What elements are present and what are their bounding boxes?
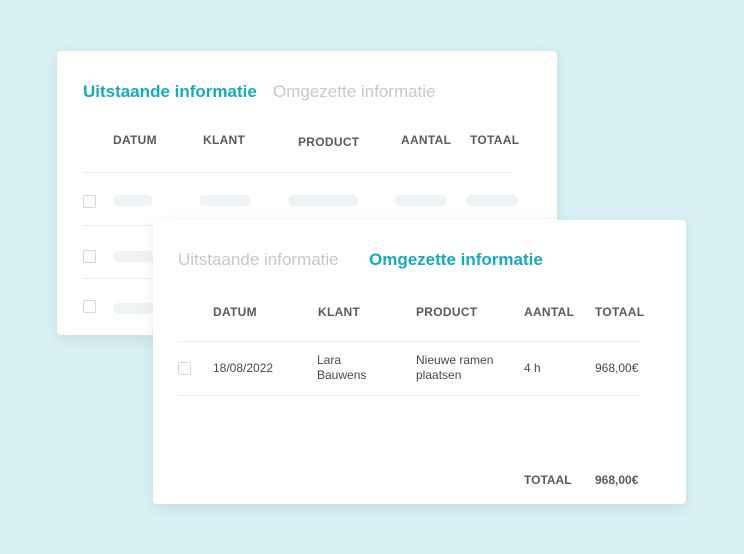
tab-outstanding[interactable]: Uitstaande informatie <box>178 250 339 270</box>
cell-datum: 18/08/2022 <box>213 361 274 375</box>
column-header-aantal[interactable]: AANTAL <box>524 305 574 319</box>
column-header-totaal[interactable]: TOTAAL <box>595 305 644 319</box>
row-checkbox[interactable] <box>83 250 96 263</box>
tab-converted[interactable]: Omgezette informatie <box>369 250 543 270</box>
column-header-aantal[interactable]: AANTAL <box>401 133 451 147</box>
column-header-datum[interactable]: DATUM <box>213 305 257 319</box>
placeholder-bar <box>199 195 251 206</box>
column-header-totaal[interactable]: TOTAAL <box>470 133 519 147</box>
converted-info-panel: Uitstaande informatie Omgezette informat… <box>153 220 686 504</box>
column-header-klant[interactable]: KLANT <box>318 305 360 319</box>
placeholder-bar <box>113 195 153 206</box>
row-checkbox[interactable] <box>83 195 96 208</box>
placeholder-bar <box>113 303 153 314</box>
header-divider <box>178 341 641 342</box>
column-header-datum[interactable]: DATUM <box>113 133 157 147</box>
placeholder-bar <box>395 195 447 206</box>
tab-converted[interactable]: Omgezette informatie <box>273 82 436 102</box>
total-label: TOTAAL <box>524 473 572 487</box>
row-checkbox[interactable] <box>83 300 96 313</box>
column-header-product[interactable]: PRODUCT <box>416 305 477 319</box>
column-header-product[interactable]: PRODUCT <box>298 135 359 149</box>
row-checkbox[interactable] <box>178 362 191 375</box>
header-divider <box>83 172 511 173</box>
cell-totaal: 968,00€ <box>595 361 639 375</box>
placeholder-bar <box>466 195 518 206</box>
cell-klant: Lara Bauwens <box>317 353 367 382</box>
placeholder-bar <box>113 251 153 262</box>
tab-outstanding[interactable]: Uitstaande informatie <box>83 82 257 102</box>
cell-aantal: 4 h <box>524 361 541 375</box>
row-divider <box>178 395 641 396</box>
total-value: 968,00€ <box>595 473 639 487</box>
column-header-klant[interactable]: KLANT <box>203 133 245 147</box>
placeholder-bar <box>288 195 358 206</box>
cell-product: Nieuwe ramen plaatsen <box>416 353 494 382</box>
